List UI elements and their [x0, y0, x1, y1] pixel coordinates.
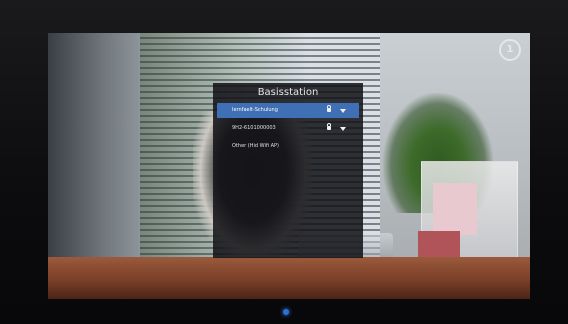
- base-station-dialog: Basisstation Iernfaelt-Schulung 9H2-6101…: [213, 83, 363, 258]
- network-label: Other (Hid Wifi AP): [232, 143, 279, 149]
- channel-logo-icon: 1: [499, 39, 521, 61]
- desk-image: [48, 257, 530, 299]
- network-item[interactable]: Other (Hid Wifi AP): [217, 139, 359, 154]
- network-item[interactable]: Iernfaelt-Schulung: [217, 103, 359, 118]
- signal-icon: [340, 109, 346, 113]
- signal-icon: [340, 127, 346, 131]
- flyer-image: [433, 183, 477, 235]
- tv-screen: 1 Basisstation Iernfaelt-Schulung 9H2-61…: [48, 33, 530, 299]
- network-label: Iernfaelt-Schulung: [232, 107, 278, 113]
- network-item[interactable]: 9H2-6101000003: [217, 121, 359, 136]
- network-label: 9H2-6101000003: [232, 125, 276, 131]
- dialog-title: Basisstation: [257, 87, 319, 98]
- lock-icon: [327, 123, 331, 130]
- power-led-icon: [283, 309, 289, 315]
- lock-icon: [327, 105, 331, 112]
